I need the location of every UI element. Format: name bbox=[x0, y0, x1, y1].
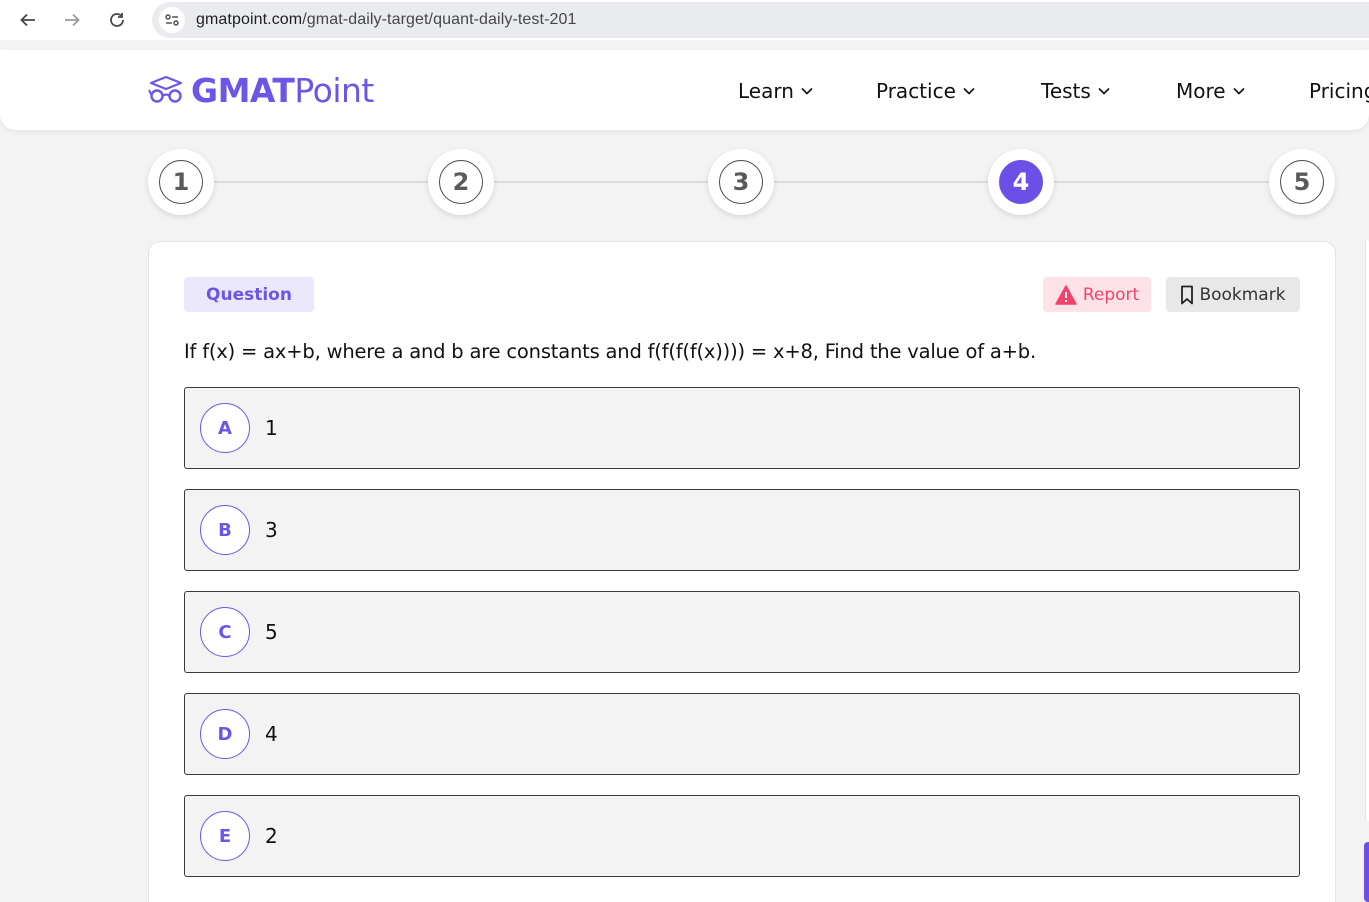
chevron-down-icon bbox=[1233, 87, 1245, 95]
back-arrow-icon[interactable] bbox=[14, 6, 42, 34]
browser-toolbar: gmatpoint.com/gmat-daily-target/quant-da… bbox=[0, 0, 1369, 40]
nav-more[interactable]: More bbox=[1176, 78, 1245, 104]
logo-text: GMATPoint bbox=[191, 70, 374, 110]
nav-tests-label: Tests bbox=[1041, 79, 1091, 103]
nav-pricing-label: Pricing bbox=[1309, 79, 1369, 103]
step-4-active[interactable]: 4 bbox=[988, 149, 1054, 215]
url-text: gmatpoint.com/gmat-daily-target/quant-da… bbox=[196, 11, 577, 28]
step-number: 1 bbox=[159, 160, 203, 204]
option-b[interactable]: B 3 bbox=[184, 489, 1300, 571]
site-settings-icon[interactable] bbox=[159, 7, 185, 33]
option-c[interactable]: C 5 bbox=[184, 591, 1300, 673]
option-letter: E bbox=[200, 811, 250, 861]
report-button[interactable]: Report bbox=[1043, 277, 1151, 312]
chevron-down-icon bbox=[963, 87, 975, 95]
option-e[interactable]: E 2 bbox=[184, 795, 1300, 877]
option-a[interactable]: A 1 bbox=[184, 387, 1300, 469]
step-number: 4 bbox=[999, 160, 1043, 204]
step-number: 3 bbox=[719, 160, 763, 204]
nav-learn[interactable]: Learn bbox=[738, 78, 813, 104]
option-value: 4 bbox=[265, 722, 278, 746]
side-panel-edge bbox=[1365, 241, 1369, 821]
stepper-connector bbox=[774, 181, 988, 183]
site-header: GMATPoint Learn Practice Tests More Pric… bbox=[0, 50, 1369, 130]
nav-practice[interactable]: Practice bbox=[876, 78, 975, 104]
stepper-connector bbox=[494, 181, 708, 183]
stepper-connector bbox=[1054, 181, 1269, 183]
nav-practice-label: Practice bbox=[876, 79, 956, 103]
side-tab-handle[interactable] bbox=[1364, 842, 1369, 902]
step-5[interactable]: 5 bbox=[1269, 149, 1335, 215]
question-text: If f(x) = ax+b, where a and b are consta… bbox=[184, 340, 1036, 363]
option-value: 1 bbox=[265, 416, 278, 440]
warning-icon bbox=[1055, 284, 1077, 305]
step-3[interactable]: 3 bbox=[708, 149, 774, 215]
nav-more-label: More bbox=[1176, 79, 1226, 103]
step-2[interactable]: 2 bbox=[428, 149, 494, 215]
step-number: 2 bbox=[439, 160, 483, 204]
logo[interactable]: GMATPoint bbox=[147, 70, 374, 110]
step-1[interactable]: 1 bbox=[148, 149, 214, 215]
report-label: Report bbox=[1082, 284, 1140, 305]
reload-icon[interactable] bbox=[103, 6, 131, 34]
option-letter: A bbox=[200, 403, 250, 453]
address-bar[interactable]: gmatpoint.com/gmat-daily-target/quant-da… bbox=[152, 2, 1369, 38]
bookmark-button[interactable]: Bookmark bbox=[1166, 277, 1300, 312]
option-letter: D bbox=[200, 709, 250, 759]
option-letter: B bbox=[200, 505, 250, 555]
question-badge: Question bbox=[184, 277, 314, 312]
option-value: 3 bbox=[265, 518, 278, 542]
option-value: 2 bbox=[265, 824, 278, 848]
nav-pricing[interactable]: Pricing bbox=[1309, 78, 1369, 104]
option-letter: C bbox=[200, 607, 250, 657]
option-d[interactable]: D 4 bbox=[184, 693, 1300, 775]
option-value: 5 bbox=[265, 620, 278, 644]
nav-tests[interactable]: Tests bbox=[1041, 78, 1110, 104]
bookmark-icon bbox=[1181, 285, 1194, 304]
stepper-connector bbox=[214, 181, 428, 183]
step-number: 5 bbox=[1280, 160, 1324, 204]
nav-learn-label: Learn bbox=[738, 79, 794, 103]
bookmark-label: Bookmark bbox=[1199, 284, 1286, 305]
chevron-down-icon bbox=[801, 87, 813, 95]
forward-arrow-icon[interactable] bbox=[58, 6, 86, 34]
chevron-down-icon bbox=[1098, 87, 1110, 95]
graduation-glasses-icon bbox=[148, 75, 183, 103]
